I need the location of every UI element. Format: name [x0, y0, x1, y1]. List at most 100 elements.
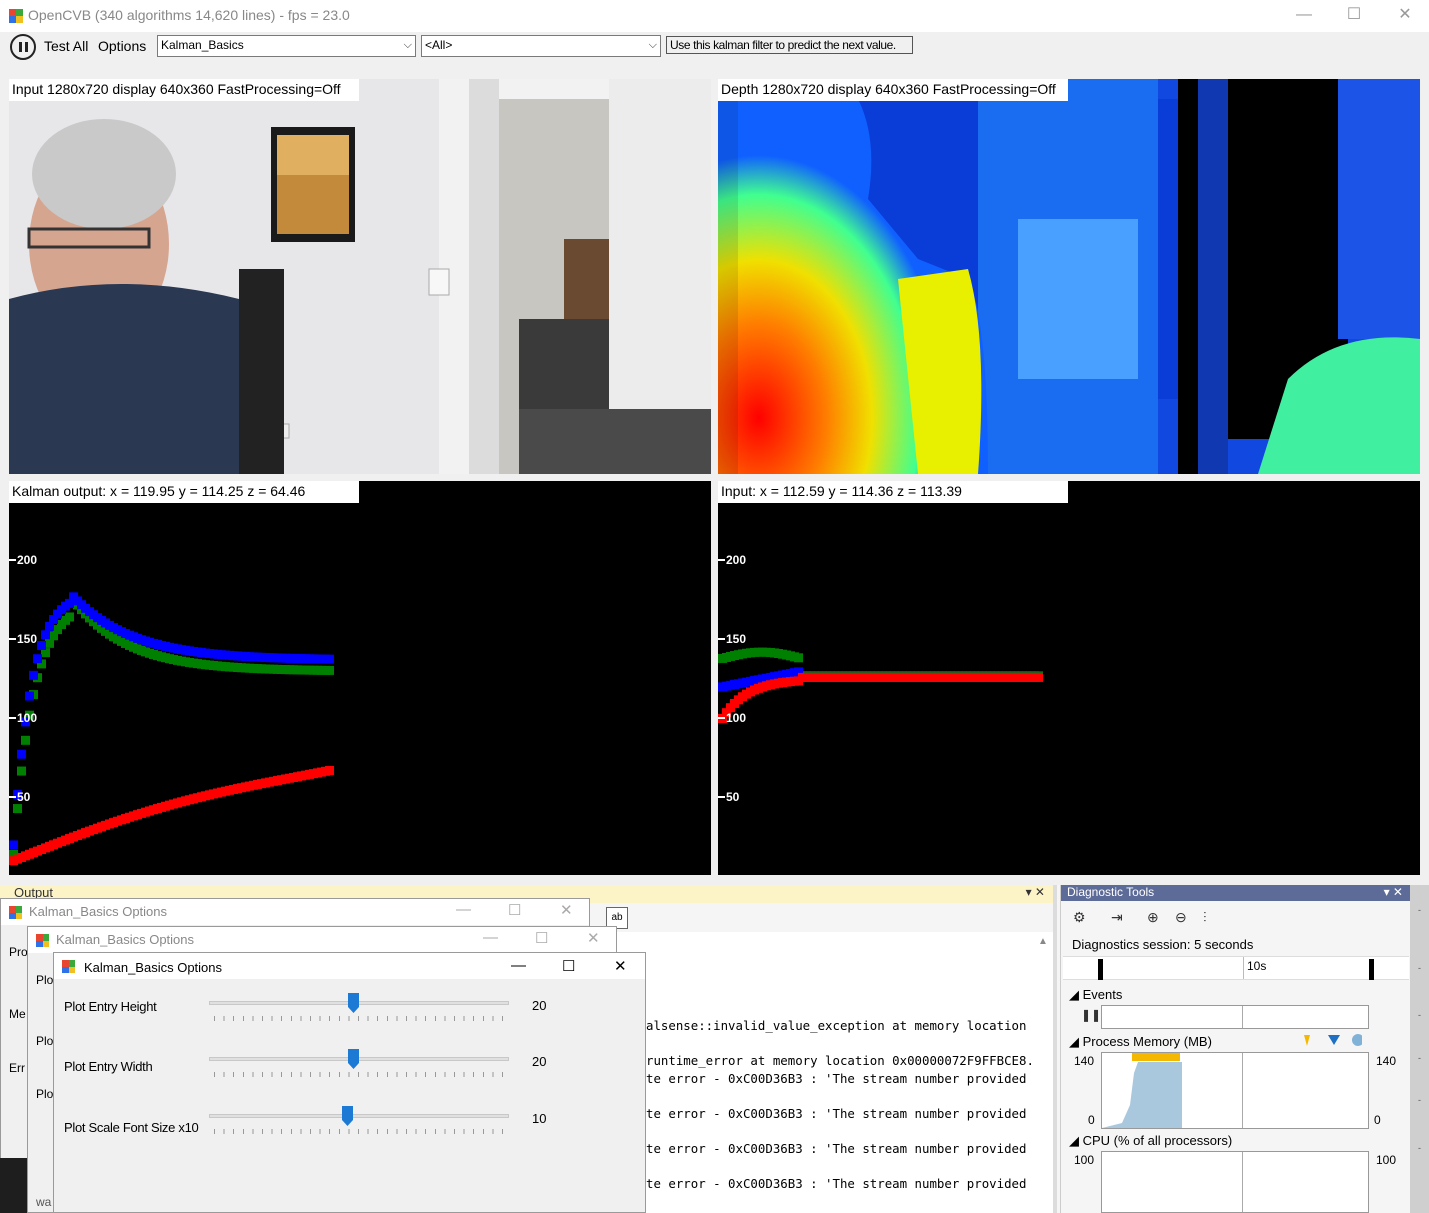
events-label: Events	[1082, 987, 1123, 1002]
timeline-end-marker[interactable]	[1369, 959, 1374, 980]
output-scrollbar[interactable]	[1053, 885, 1057, 1213]
memory-chart[interactable]	[1101, 1052, 1369, 1129]
maximize-button[interactable]: ☐	[1330, 0, 1378, 32]
minimize-button[interactable]: —	[483, 929, 498, 946]
output-line: te error - 0xC00D36B3 : 'The stream numb…	[646, 1071, 1027, 1086]
axis-tick-label: 150	[17, 632, 37, 646]
plot-point-y	[325, 665, 334, 675]
plot-point-x	[325, 654, 334, 664]
app-icon	[9, 9, 23, 23]
timeline-ruler[interactable]: 10s	[1063, 956, 1409, 980]
gc-events-bar	[1132, 1053, 1180, 1061]
slider-label: Plot Entry Width	[64, 1059, 153, 1074]
axis-tick-label: 200	[726, 553, 746, 567]
diagnostics-session-label: Diagnostics session: 5 seconds	[1072, 937, 1254, 952]
axis-tick-label: 50	[726, 790, 740, 804]
algorithm-select[interactable]: Kalman_Basics ⌵	[157, 35, 416, 57]
slider-thumb[interactable]	[348, 993, 359, 1013]
slider-thumb[interactable]	[342, 1106, 353, 1126]
timeline-start-marker[interactable]	[1098, 959, 1103, 980]
select-timeline-icon[interactable]: ⫶	[1203, 909, 1207, 926]
app-icon	[36, 934, 49, 947]
scroll-up-icon[interactable]: ▲	[1038, 936, 1048, 947]
cpu-section-label[interactable]: ◢ CPU (% of all processors)	[1069, 1133, 1232, 1149]
memory-section-label[interactable]: ◢ Process Memory (MB)	[1069, 1034, 1212, 1050]
plot-point-x	[37, 640, 46, 650]
options-dialog[interactable]: Kalman_Basics Options — ☐ ✕ Plot Entry H…	[53, 952, 646, 1213]
memory-axis-min: 0	[1088, 1113, 1095, 1127]
plot-point-y	[794, 653, 803, 663]
maximize-button[interactable]: ☐	[535, 929, 548, 947]
cpu-label: CPU (% of all processors)	[1082, 1133, 1233, 1148]
slider-track[interactable]	[209, 1057, 509, 1061]
diagnostic-tools-pane: Diagnostic Tools ▾ ✕ ⚙ ⇥ ⊕ ⊖ ⫶ Diagnosti…	[1060, 885, 1411, 1213]
dialog-title: Kalman_Basics Options	[84, 960, 223, 975]
minimize-button[interactable]: —	[1280, 0, 1328, 32]
window-title: OpenCVB (340 algorithms 14,620 lines) - …	[28, 7, 350, 23]
kalman-output-plot: 200 150 100 50	[9, 553, 334, 866]
slider-track[interactable]	[209, 1001, 509, 1005]
kalman-output-label: Kalman output: x = 119.95 y = 114.25 z =…	[9, 481, 359, 503]
timeline-label: 10s	[1247, 959, 1267, 973]
dialog-title: Kalman_Basics Options	[56, 932, 195, 947]
side-label: Me	[9, 1007, 26, 1021]
axis-tick-label: 100	[17, 711, 37, 725]
snapshot-marker-icon	[1328, 1035, 1340, 1045]
memory-axis-min-right: 0	[1374, 1113, 1381, 1127]
diagnostic-tools-controls[interactable]: ▾ ✕	[1384, 885, 1403, 900]
test-all-button[interactable]: Test All	[44, 38, 88, 54]
cpu-chart[interactable]	[1101, 1151, 1369, 1213]
minimize-button[interactable]: —	[456, 901, 471, 918]
output-line: te error - 0xC00D36B3 : 'The stream numb…	[646, 1176, 1027, 1191]
plot-point-y	[13, 804, 22, 814]
depth-image	[718, 79, 1420, 474]
maximize-button[interactable]: ☐	[508, 901, 521, 919]
memory-label: Process Memory (MB)	[1082, 1034, 1212, 1049]
pause-icon[interactable]	[10, 34, 36, 60]
gear-icon[interactable]: ⚙	[1073, 909, 1086, 926]
options-button[interactable]: Options	[98, 38, 146, 54]
close-button[interactable]: ✕	[560, 901, 573, 919]
close-button[interactable]: ✕	[587, 929, 600, 947]
close-button[interactable]: ✕	[1381, 0, 1429, 32]
plot-point-z	[1034, 672, 1043, 682]
output-line: te error - 0xC00D36B3 : 'The stream numb…	[646, 1106, 1027, 1121]
axis-tick-label: 50	[17, 790, 31, 804]
cpu-axis-max-right: 100	[1376, 1153, 1397, 1167]
slider-thumb[interactable]	[348, 1049, 359, 1069]
dialog-title-bar: Kalman_Basics Options — ☐ ✕	[28, 927, 616, 953]
export-icon[interactable]: ⇥	[1111, 909, 1123, 926]
zoom-out-icon[interactable]: ⊖	[1175, 909, 1187, 926]
timeline-divider	[1243, 957, 1244, 979]
slider-ticks	[214, 1016, 504, 1021]
slider-ticks	[214, 1072, 504, 1077]
diagnostic-toolbar: ⚙ ⇥ ⊕ ⊖ ⫶	[1061, 903, 1411, 931]
events-track[interactable]	[1101, 1005, 1369, 1029]
dialog-title-bar: Kalman_Basics Options — ☐ ✕	[1, 899, 589, 925]
output-line: te error - 0xC00D36B3 : 'The stream numb…	[646, 1141, 1027, 1156]
side-label: wa	[36, 1195, 52, 1209]
ide-dark-area	[0, 1158, 28, 1213]
group-select[interactable]: <All> ⌵	[421, 35, 661, 57]
dialog-title-bar: Kalman_Basics Options — ☐ ✕	[54, 953, 645, 979]
memory-usage-graph	[1102, 1053, 1182, 1128]
slider-value: 20	[532, 998, 547, 1013]
plot-point-x	[25, 691, 34, 701]
plot-point-x	[29, 670, 38, 680]
pause-icon[interactable]: ❚❚	[1081, 1008, 1101, 1022]
maximize-button[interactable]: ☐	[562, 957, 575, 975]
minimize-button[interactable]: —	[511, 957, 526, 974]
events-section-label[interactable]: ◢ Events	[1069, 987, 1122, 1003]
cpu-axis-max: 100	[1074, 1153, 1095, 1167]
zoom-in-icon[interactable]: ⊕	[1147, 909, 1159, 926]
plot-point-x	[33, 654, 42, 664]
close-button[interactable]: ✕	[614, 957, 627, 975]
depth-image-panel: Depth 1280x720 display 640x360 FastProce…	[718, 79, 1420, 474]
algorithm-select-value: Kalman_Basics	[161, 38, 244, 52]
memory-axis-max-right: 140	[1376, 1054, 1397, 1068]
input-label: Input 1280x720 display 640x360 FastProce…	[9, 79, 359, 101]
output-pane-controls[interactable]: ▾ ✕	[1026, 885, 1045, 899]
raw-input-label: Input: x = 112.59 y = 114.36 z = 113.39	[718, 481, 1068, 503]
slider-track[interactable]	[209, 1114, 509, 1118]
slider-label: Plot Scale Font Size x10	[64, 1120, 199, 1135]
